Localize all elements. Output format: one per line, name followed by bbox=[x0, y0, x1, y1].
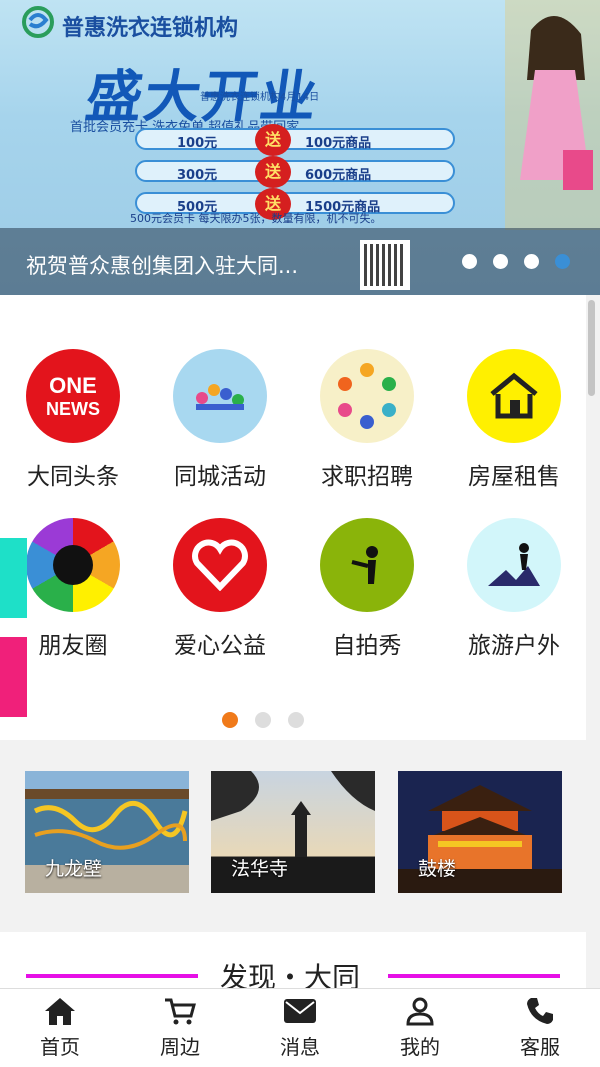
grid-item-travel[interactable]: 旅游户外 bbox=[441, 518, 587, 660]
grid-item-news[interactable]: ONE NEWS 大同头条 bbox=[0, 349, 146, 491]
banner-note: 500元会员卡 每天限办5张，数量有限，机不可失。 bbox=[130, 212, 382, 225]
scenic-card-drum-tower[interactable]: 鼓楼 bbox=[398, 771, 562, 893]
scenic-label: 鼓楼 bbox=[418, 858, 457, 880]
banner-headline: 盛大开业 bbox=[81, 65, 323, 130]
brand-logo-icon bbox=[22, 6, 54, 38]
carousel-dot[interactable] bbox=[524, 254, 539, 269]
promo-left: 300元 bbox=[177, 168, 218, 183]
carousel-indicators bbox=[462, 254, 570, 269]
discover-line-right bbox=[388, 974, 560, 978]
bottom-nav: 首页 周边 消息 我的 客服 bbox=[0, 988, 600, 1067]
floating-side-tab[interactable] bbox=[0, 637, 27, 717]
house-icon bbox=[467, 349, 561, 443]
discover-line-left bbox=[26, 974, 198, 978]
promo-send-badge: 送 bbox=[255, 156, 291, 188]
nav-messages[interactable]: 消息 bbox=[240, 989, 360, 1067]
people-stars-icon bbox=[173, 349, 267, 443]
aperture-icon bbox=[26, 518, 120, 612]
floating-side-tab[interactable] bbox=[0, 538, 27, 618]
svg-text:ONE: ONE bbox=[49, 373, 97, 398]
nav-label: 首页 bbox=[40, 1035, 80, 1059]
grid-item-label: 爱心公益 bbox=[174, 633, 266, 659]
grid-item-housing[interactable]: 房屋租售 bbox=[441, 349, 587, 491]
promo-send-badge: 送 bbox=[255, 124, 291, 156]
hiker-icon bbox=[467, 518, 561, 612]
carousel-dot[interactable] bbox=[462, 254, 477, 269]
cart-icon bbox=[120, 993, 240, 1029]
scrollbar[interactable] bbox=[588, 300, 595, 396]
grid-item-jobs[interactable]: 求职招聘 bbox=[294, 349, 440, 491]
banner-brand: 普惠洗衣连锁机构 bbox=[62, 16, 239, 41]
grid-item-label: 同城活动 bbox=[174, 464, 266, 490]
nav-label: 周边 bbox=[160, 1035, 200, 1059]
scenic-card-jiulongbi[interactable]: 九龙壁 bbox=[25, 771, 189, 893]
grid-item-label: 大同头条 bbox=[27, 464, 119, 490]
scenic-label: 九龙壁 bbox=[45, 858, 103, 880]
promo-left: 100元 bbox=[177, 136, 218, 151]
pager-dot[interactable] bbox=[255, 712, 271, 728]
phone-icon bbox=[480, 993, 600, 1029]
nav-home[interactable]: 首页 bbox=[0, 989, 120, 1067]
promo-right: 100元商品 bbox=[305, 136, 372, 151]
grid-item-selfie[interactable]: 自拍秀 bbox=[294, 518, 440, 660]
user-icon bbox=[360, 993, 480, 1029]
pager-dot[interactable] bbox=[288, 712, 304, 728]
nav-label: 我的 bbox=[400, 1035, 440, 1059]
banner-subline: 普惠洗衣连锁机构4月14日 bbox=[200, 92, 320, 103]
grid-item-label: 旅游户外 bbox=[468, 633, 560, 659]
qr-code-icon bbox=[360, 240, 410, 290]
home-icon bbox=[0, 993, 120, 1029]
nav-service[interactable]: 客服 bbox=[480, 989, 600, 1067]
selfie-icon bbox=[320, 518, 414, 612]
banner-model-illustration bbox=[505, 0, 600, 230]
heart-icon bbox=[173, 518, 267, 612]
pager-dot-active[interactable] bbox=[222, 712, 238, 728]
mail-icon bbox=[240, 993, 360, 1029]
grid-pager bbox=[222, 712, 304, 728]
scenic-label: 法华寺 bbox=[231, 858, 289, 880]
grid-item-label: 房屋租售 bbox=[468, 464, 560, 490]
nav-label: 消息 bbox=[280, 1035, 320, 1059]
promo-row: 100元 送 100元商品 bbox=[135, 124, 455, 156]
grid-item-label: 自拍秀 bbox=[332, 633, 402, 659]
grid-item-activities[interactable]: 同城活动 bbox=[147, 349, 293, 491]
one-news-icon: ONE NEWS bbox=[26, 349, 120, 443]
banner-caption[interactable]: 祝贺普众惠创集团入驻大同... bbox=[26, 250, 298, 280]
scenic-card-fahua-temple[interactable]: 法华寺 bbox=[211, 771, 375, 893]
promo-right: 600元商品 bbox=[305, 168, 372, 183]
promo-row: 300元 送 600元商品 bbox=[135, 156, 455, 188]
svg-text:NEWS: NEWS bbox=[46, 399, 100, 419]
people-ring-icon bbox=[320, 349, 414, 443]
grid-item-charity[interactable]: 爱心公益 bbox=[147, 518, 293, 660]
carousel-dot[interactable] bbox=[493, 254, 508, 269]
nav-profile[interactable]: 我的 bbox=[360, 989, 480, 1067]
nav-nearby[interactable]: 周边 bbox=[120, 989, 240, 1067]
carousel-dot-active[interactable] bbox=[555, 254, 570, 269]
nav-label: 客服 bbox=[520, 1035, 560, 1059]
grid-item-label: 求职招聘 bbox=[321, 464, 413, 490]
banner-carousel[interactable]: 普惠洗衣连锁机构 盛大开业 普惠洗衣连锁机构4月14日 首批会员充卡 洗衣免单 … bbox=[0, 0, 600, 295]
